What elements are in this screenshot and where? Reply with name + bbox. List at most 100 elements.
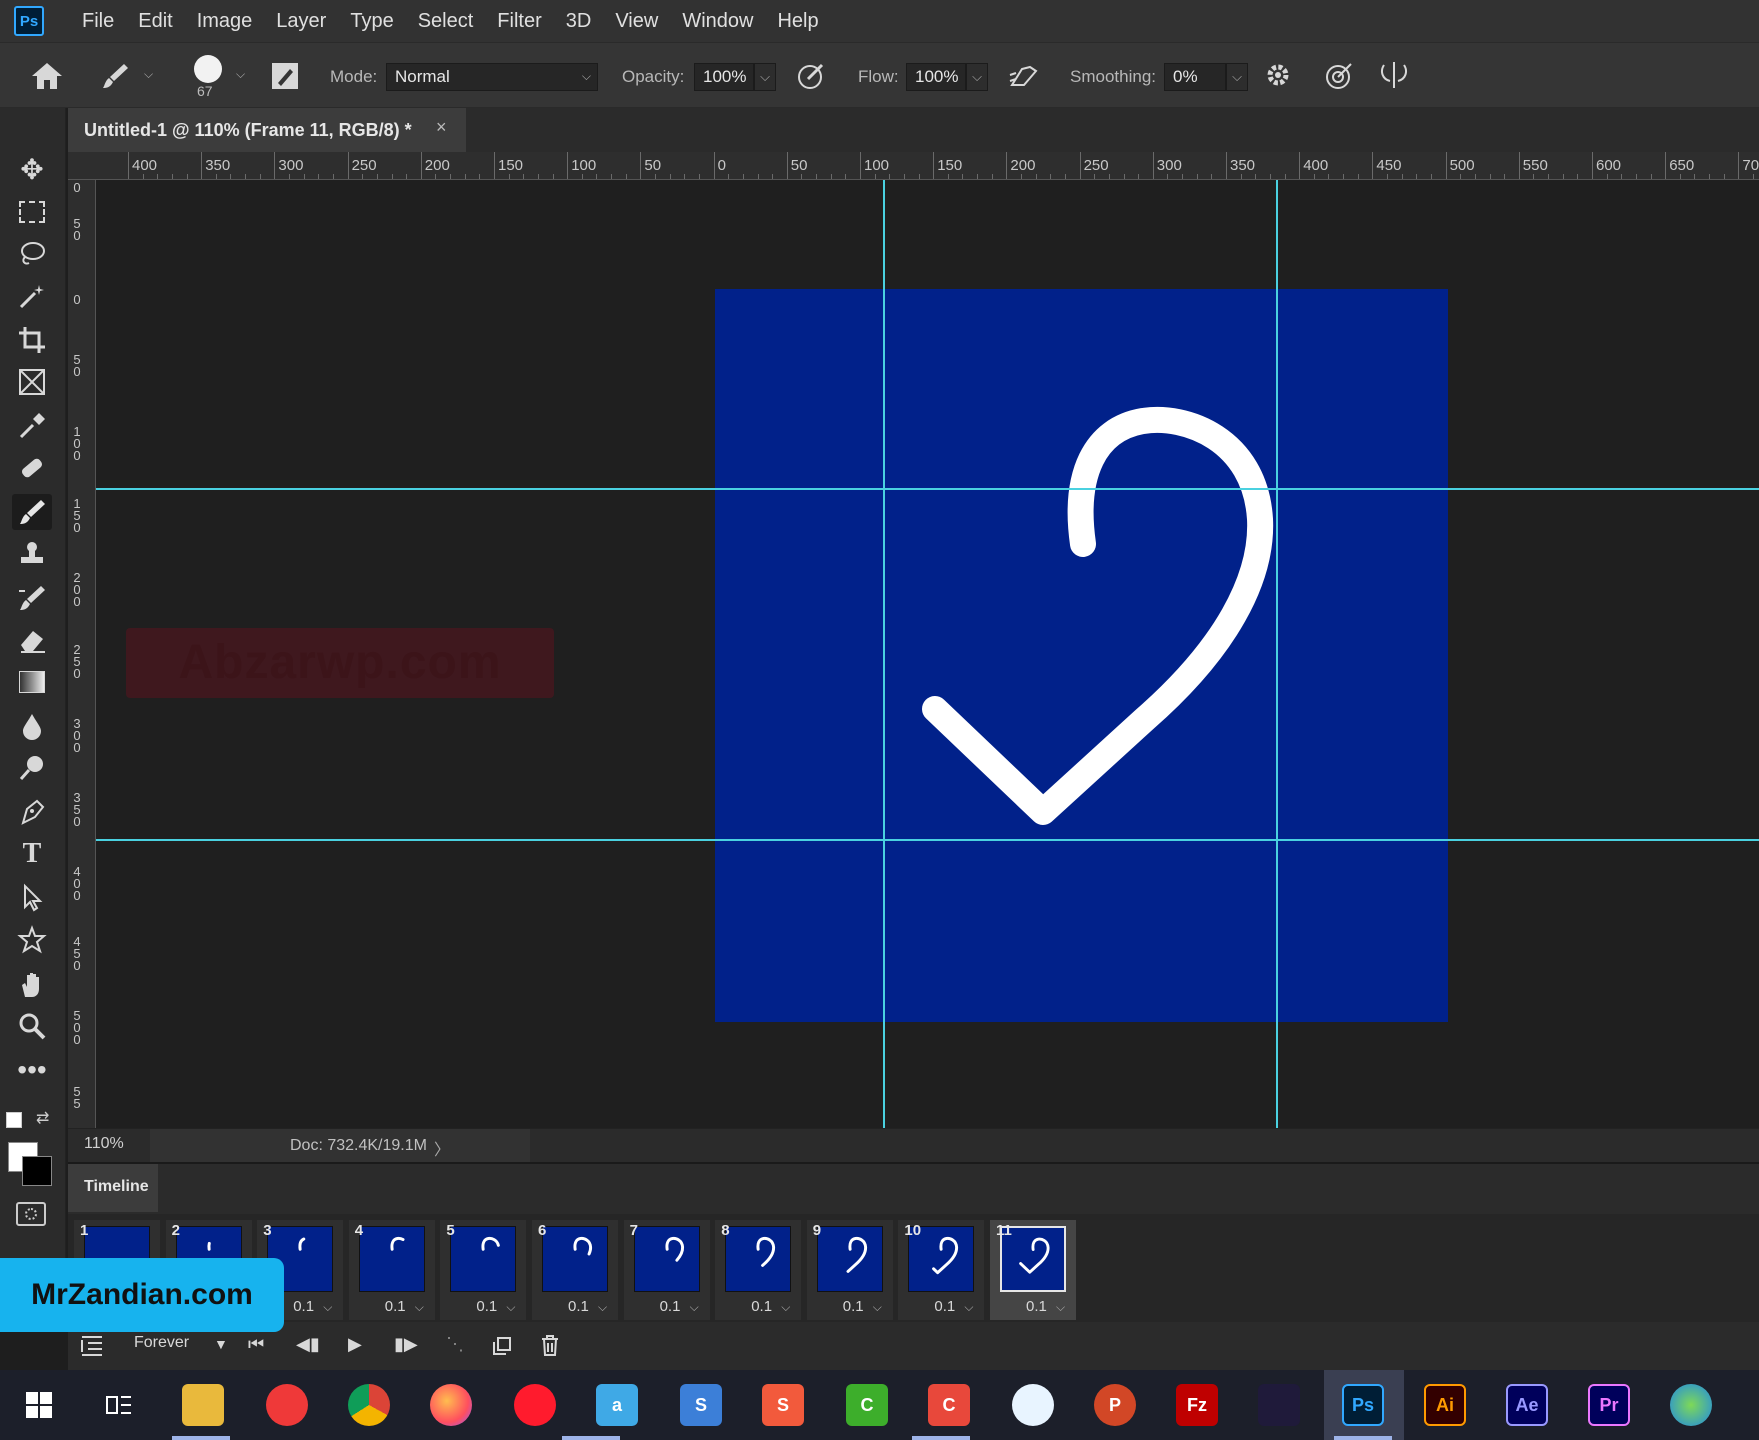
blur-tool-icon[interactable] <box>12 708 52 744</box>
healing-brush-icon[interactable] <box>12 450 52 486</box>
frame-delay[interactable]: 0.1 <box>751 1298 772 1315</box>
default-colors-icon[interactable] <box>6 1112 22 1128</box>
background-color-swatch[interactable] <box>22 1156 52 1186</box>
tween-icon[interactable]: ⋱ <box>446 1334 464 1355</box>
history-brush-icon[interactable] <box>12 580 52 616</box>
taskbar-task-view-icon[interactable] <box>98 1384 140 1426</box>
frame-delay[interactable]: 0.1 <box>293 1298 314 1315</box>
taskbar-file-explorer-icon[interactable] <box>182 1384 224 1426</box>
timeline-frame[interactable]: 8 0.1 ⌵ <box>715 1220 802 1320</box>
timeline-tab[interactable]: Timeline <box>68 1164 158 1212</box>
frame-delay-caret-icon[interactable]: ⌵ <box>964 1300 973 1315</box>
zoom-tool-icon[interactable] <box>12 1008 52 1044</box>
guide-horizontal-1[interactable] <box>96 488 1759 490</box>
timeline-frame[interactable]: 4 0.1 ⌵ <box>348 1220 435 1320</box>
smoothing-input[interactable]: 0% <box>1164 63 1226 91</box>
gear-icon[interactable] <box>1264 61 1294 91</box>
menu-filter[interactable]: Filter <box>485 0 553 42</box>
path-selection-icon[interactable] <box>12 880 52 916</box>
opacity-input[interactable]: 100% <box>694 63 754 91</box>
frame-delay-caret-icon[interactable]: ⌵ <box>415 1300 424 1315</box>
first-frame-icon[interactable]: ⏮ <box>248 1334 264 1355</box>
frame-delay-caret-icon[interactable]: ⌵ <box>1056 1300 1065 1315</box>
taskbar-filezilla-icon[interactable]: Fz <box>1176 1384 1218 1426</box>
swap-colors-icon[interactable]: ⇄ <box>36 1108 49 1128</box>
guide-vertical-2[interactable] <box>1276 180 1278 1128</box>
frame-delay[interactable]: 0.1 <box>568 1298 589 1315</box>
taskbar-app-s-red-icon[interactable]: S <box>762 1384 804 1426</box>
move-tool-icon[interactable]: ✥ <box>12 152 52 188</box>
guide-horizontal-2[interactable] <box>96 839 1759 841</box>
frame-delay-caret-icon[interactable]: ⌵ <box>873 1300 882 1315</box>
frame-delay-caret-icon[interactable]: ⌵ <box>506 1300 515 1315</box>
taskbar-opera-icon[interactable] <box>514 1384 556 1426</box>
brush-settings-icon[interactable] <box>270 61 300 91</box>
mode-dropdown[interactable]: Normal ⌵ <box>386 63 598 91</box>
taskbar-illustrator-icon[interactable]: Ai <box>1424 1384 1466 1426</box>
menu-3d[interactable]: 3D <box>554 0 604 42</box>
timeline-frame[interactable]: 5 0.1 ⌵ <box>440 1220 527 1320</box>
menu-help[interactable]: Help <box>765 0 830 42</box>
symmetry-icon[interactable] <box>1378 59 1410 91</box>
brush-size-caret-icon[interactable]: ⌵ <box>236 67 245 82</box>
flow-caret-icon[interactable]: ⌵ <box>966 63 988 91</box>
frame-delay[interactable]: 0.1 <box>1026 1298 1047 1315</box>
frame-delay-caret-icon[interactable]: ⌵ <box>323 1300 332 1315</box>
play-icon[interactable]: ▶ <box>348 1334 362 1355</box>
home-icon[interactable] <box>30 61 64 91</box>
lasso-tool-icon[interactable] <box>12 236 52 272</box>
duplicate-frame-icon[interactable] <box>492 1336 512 1356</box>
document-tab[interactable]: Untitled-1 @ 110% (Frame 11, RGB/8) * × <box>68 108 466 152</box>
taskbar-firefox-icon[interactable] <box>430 1384 472 1426</box>
taskbar-app-a-icon[interactable]: a <box>596 1384 638 1426</box>
clone-stamp-icon[interactable] <box>12 536 52 572</box>
airbrush-icon[interactable] <box>1008 61 1040 91</box>
delete-frame-icon[interactable] <box>540 1334 560 1356</box>
timeline-frame[interactable]: 6 0.1 ⌵ <box>532 1220 618 1320</box>
more-tools-icon[interactable]: ••• <box>12 1052 52 1088</box>
menu-image[interactable]: Image <box>185 0 265 42</box>
menu-select[interactable]: Select <box>406 0 486 42</box>
loop-option[interactable]: Forever <box>134 1334 189 1352</box>
dodge-tool-icon[interactable] <box>12 750 52 786</box>
taskbar-powerpoint-icon[interactable]: P <box>1094 1384 1136 1426</box>
taskbar-start-icon[interactable] <box>18 1384 60 1426</box>
frame-delay[interactable]: 0.1 <box>843 1298 864 1315</box>
pen-tool-icon[interactable] <box>12 794 52 830</box>
taskbar-media-player-icon[interactable] <box>1012 1384 1054 1426</box>
taskbar-premiere-icon[interactable]: Pr <box>1588 1384 1630 1426</box>
eraser-icon[interactable] <box>12 622 52 658</box>
gradient-tool-icon[interactable] <box>12 664 52 700</box>
brush-preset-icon[interactable] <box>100 61 130 91</box>
menu-file[interactable]: File <box>70 0 126 42</box>
brush-tip-icon[interactable] <box>194 55 222 83</box>
flow-input[interactable]: 100% <box>906 63 966 91</box>
guide-vertical-1[interactable] <box>883 180 885 1128</box>
timeline-frame[interactable]: 9 0.1 ⌵ <box>806 1220 893 1320</box>
brush-tool-icon[interactable] <box>12 494 52 530</box>
menu-type[interactable]: Type <box>338 0 405 42</box>
taskbar-app-s-blue-icon[interactable]: S <box>680 1384 722 1426</box>
eyedropper-icon[interactable] <box>12 408 52 444</box>
frame-delay[interactable]: 0.1 <box>476 1298 497 1315</box>
loop-caret-icon[interactable]: ▼ <box>214 1336 228 1352</box>
opacity-caret-icon[interactable]: ⌵ <box>754 63 776 91</box>
taskbar-idm-icon[interactable] <box>1670 1384 1712 1426</box>
photoshop-logo[interactable]: Ps <box>14 6 44 36</box>
timeline-frame[interactable]: 11 0.1 ⌵ <box>990 1220 1076 1320</box>
zoom-level[interactable]: 110% <box>68 1129 148 1163</box>
taskbar-vivaldi-icon[interactable] <box>266 1384 308 1426</box>
canvas-area[interactable]: Abzarwp.com <box>96 180 1759 1128</box>
previous-frame-icon[interactable]: ◀︎▮ <box>296 1334 320 1355</box>
close-icon[interactable]: × <box>436 117 447 138</box>
taskbar-photoshop-icon[interactable]: Ps <box>1342 1384 1384 1426</box>
menu-layer[interactable]: Layer <box>264 0 338 42</box>
marquee-tool-icon[interactable] <box>12 194 52 230</box>
menu-view[interactable]: View <box>603 0 670 42</box>
frame-delay-caret-icon[interactable]: ⌵ <box>781 1300 790 1315</box>
taskbar-camtasia-green-icon[interactable]: C <box>846 1384 888 1426</box>
pressure-opacity-icon[interactable] <box>796 61 826 91</box>
next-frame-icon[interactable]: ▮▶︎ <box>394 1334 418 1355</box>
status-menu-arrow-icon[interactable]: 〉 <box>434 1136 450 1160</box>
crop-tool-icon[interactable] <box>12 322 52 358</box>
